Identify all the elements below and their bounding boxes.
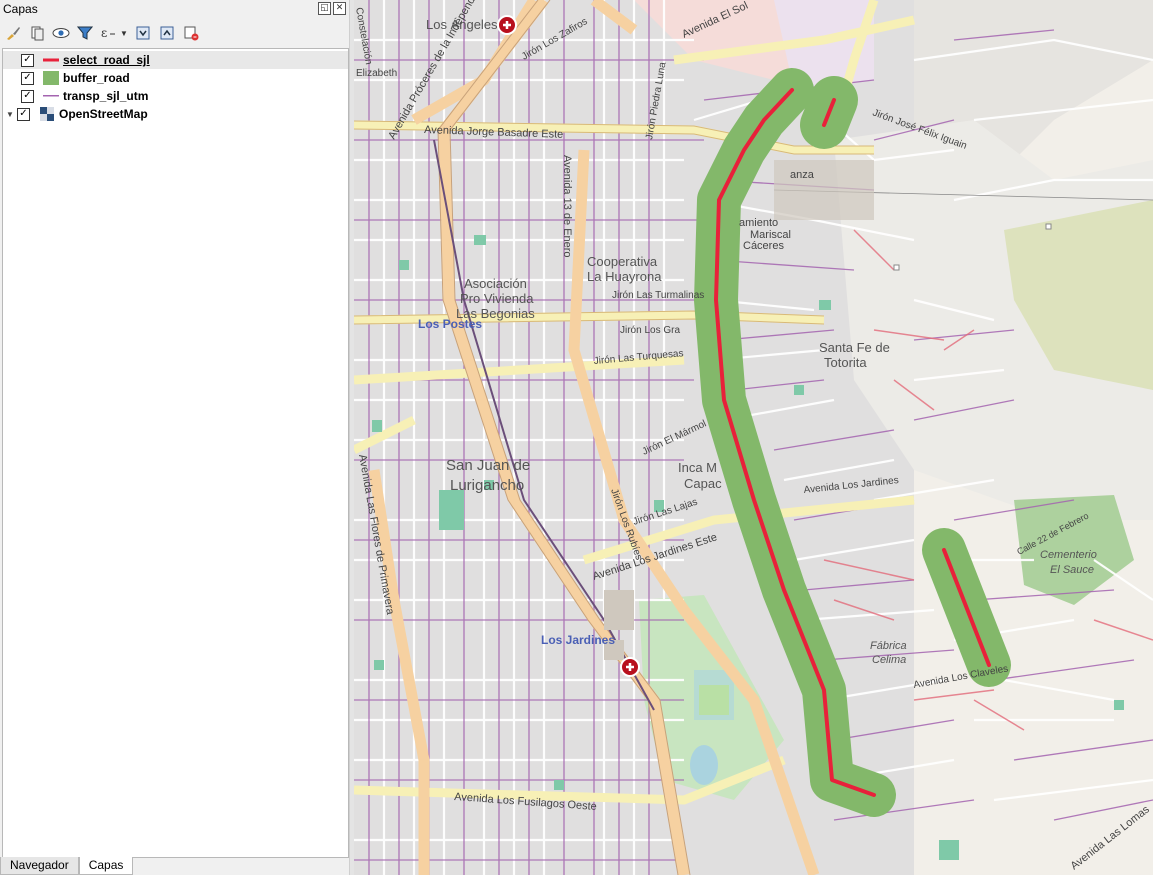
label-pro-vivienda: Pro Vivienda <box>460 291 534 306</box>
expression-filter-icon[interactable]: ε <box>100 24 118 42</box>
label-cementerio-1: Cementerio <box>1040 549 1097 561</box>
tab-capas[interactable]: Capas <box>78 857 134 875</box>
label-cooperativa: Cooperativa <box>587 254 658 269</box>
hospital-icon <box>497 15 517 35</box>
label-av-13-enero: Avenida 13 de Enero <box>561 155 573 258</box>
visibility-eye-icon[interactable] <box>52 24 70 42</box>
label-fabrica-2: Celima <box>872 654 906 666</box>
layer-row-transp[interactable]: ✓ transp_sjl_utm <box>3 87 348 105</box>
label-jr-los-granates: Jirón Los Gra <box>620 325 680 336</box>
float-icon[interactable]: ◱ <box>318 2 331 15</box>
label-caceres: Cáceres <box>743 240 784 252</box>
label-sjl-1: San Juan de <box>446 457 530 474</box>
line-symbol-icon <box>42 53 60 67</box>
layer-name: select_road_sjl <box>63 53 150 67</box>
layer-name: OpenStreetMap <box>59 107 148 121</box>
layer-name: buffer_road <box>63 71 130 85</box>
layer-row-buffer-road[interactable]: ✓ buffer_road <box>3 69 348 87</box>
layer-tree: ✓ select_road_sjl ✓ buffer_road ✓ transp… <box>2 48 349 858</box>
layers-toolbar: ε ▼ <box>4 22 200 44</box>
label-jr-turmalinas: Jirón Las Turmalinas <box>612 290 704 301</box>
layer-name: transp_sjl_utm <box>63 89 149 103</box>
label-sjl-2: Lurigancho <box>450 477 524 494</box>
close-icon[interactable]: ✕ <box>333 2 346 15</box>
label-santa-fe-2: Totorita <box>824 355 867 370</box>
label-la-huayrona: La Huayrona <box>587 269 662 284</box>
expand-arrow-icon[interactable]: ▼ <box>3 110 17 119</box>
label-cementerio-2: El Sauce <box>1050 564 1094 576</box>
label-inca-1: Inca M <box>678 460 717 475</box>
label-elizabeth: Elizabeth <box>356 68 397 79</box>
label-zapanza: anza <box>790 169 815 181</box>
panel-tabs: Navegador Capas <box>0 857 349 875</box>
layers-panel: Capas ◱ ✕ ε ▼ ✓ select_road_sjl ✓ buffer… <box>0 0 349 875</box>
raster-symbol-icon <box>38 107 56 121</box>
fill-symbol-icon <box>42 71 60 85</box>
label-santa-fe-1: Santa Fe de <box>819 340 890 355</box>
filter-icon[interactable] <box>76 24 94 42</box>
collapse-all-icon[interactable] <box>158 24 176 42</box>
label-fabrica-1: Fábrica <box>870 640 907 652</box>
line-symbol-icon <box>42 89 60 103</box>
label-asociacion: Asociación <box>464 276 527 291</box>
layer-checkbox[interactable]: ✓ <box>17 107 30 121</box>
layer-checkbox[interactable]: ✓ <box>21 71 34 85</box>
label-inca-2: Capac <box>684 476 722 491</box>
remove-layer-icon[interactable] <box>182 24 200 42</box>
layer-checkbox[interactable]: ✓ <box>21 89 34 103</box>
layer-checkbox[interactable]: ✓ <box>21 53 34 67</box>
label-los-jardines: Los Jardines <box>541 633 615 647</box>
map-render: Los Ángeles Avenida El Sol Avenida Jorge… <box>354 0 1153 875</box>
chevron-down-icon[interactable]: ▼ <box>120 29 128 38</box>
layer-row-osm[interactable]: ▼ ✓ OpenStreetMap <box>3 105 348 123</box>
svg-text:ε: ε <box>101 26 107 40</box>
style-brush-icon[interactable] <box>4 24 22 42</box>
add-group-icon[interactable] <box>28 24 46 42</box>
map-canvas[interactable]: Los Ángeles Avenida El Sol Avenida Jorge… <box>354 0 1153 875</box>
label-las-begonias: Las Begonias <box>456 306 535 321</box>
label-ramiento: amiento <box>739 217 778 229</box>
panel-title: Capas <box>3 2 38 16</box>
tab-navegador[interactable]: Navegador <box>0 857 79 875</box>
expand-all-icon[interactable] <box>134 24 152 42</box>
layer-row-select-road[interactable]: ✓ select_road_sjl <box>3 51 348 69</box>
